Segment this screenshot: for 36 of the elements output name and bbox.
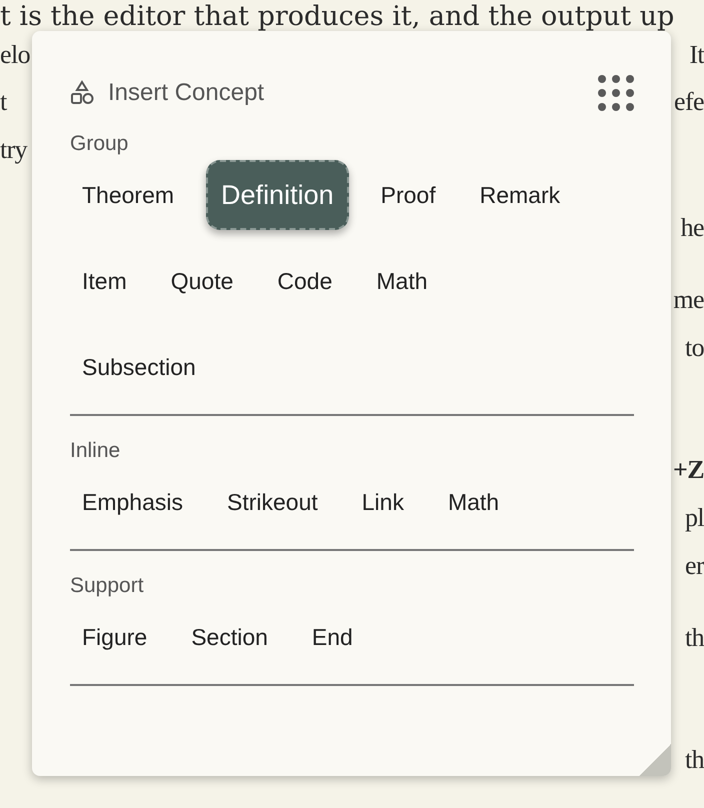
text-fragment: me: [673, 285, 704, 315]
concept-option[interactable]: Emphasis: [70, 467, 195, 537]
concept-option[interactable]: Math: [436, 467, 512, 537]
shapes-icon: [70, 80, 94, 106]
concept-option[interactable]: Item: [70, 246, 139, 316]
concept-option[interactable]: Code: [265, 246, 344, 316]
section-label: Inline: [70, 439, 120, 463]
concept-option[interactable]: Link: [350, 467, 416, 537]
text-fragment: th: [684, 623, 704, 653]
drag-handle-icon[interactable]: [598, 75, 634, 111]
text-fragment: he: [680, 213, 704, 243]
section-label: Support: [70, 574, 144, 598]
concept-option[interactable]: Theorem: [70, 160, 186, 230]
text-fragment: try: [0, 135, 28, 165]
concept-option[interactable]: Definition: [206, 160, 349, 230]
text-fragment: +Z: [673, 455, 704, 485]
concept-option[interactable]: Remark: [468, 160, 572, 230]
panel-title: Insert Concept: [108, 79, 264, 107]
text-fragment: It: [689, 40, 704, 70]
text-fragment: th: [684, 745, 704, 775]
text-fragment: t is the editor that produces it, and the output up: [0, 0, 674, 32]
text-fragment: er: [685, 551, 704, 581]
concept-option[interactable]: Figure: [70, 602, 160, 672]
section-label: Group: [70, 132, 128, 156]
text-fragment: elo: [0, 40, 30, 70]
text-fragment: pl: [684, 503, 704, 533]
concept-option[interactable]: End: [300, 602, 365, 672]
concept-option[interactable]: Proof: [368, 160, 448, 230]
text-fragment: to: [684, 333, 704, 363]
concept-option[interactable]: Subsection: [70, 332, 208, 402]
text-fragment: t: [0, 87, 7, 117]
text-fragment: efe: [674, 87, 704, 117]
concept-option[interactable]: Strikeout: [214, 467, 330, 537]
concept-option[interactable]: Quote: [158, 246, 246, 316]
concept-option[interactable]: Math: [364, 246, 440, 316]
concept-option[interactable]: Section: [179, 602, 280, 672]
